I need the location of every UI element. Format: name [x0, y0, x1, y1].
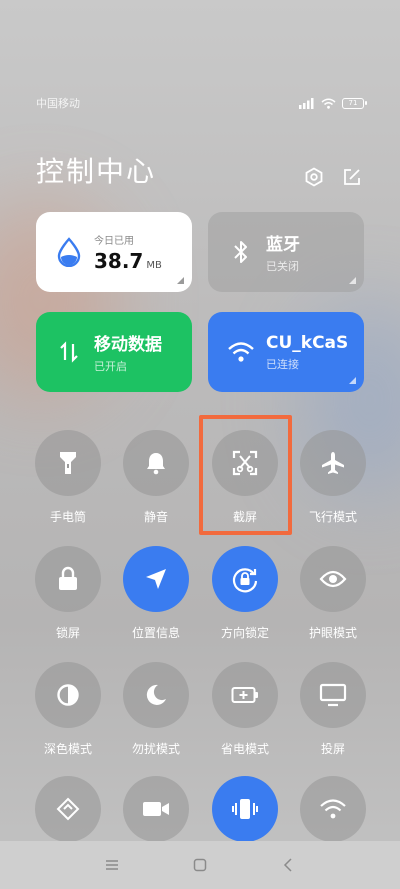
do-not-disturb-toggle[interactable] [123, 662, 189, 728]
location-toggle[interactable] [123, 546, 189, 612]
home-button[interactable] [191, 856, 209, 874]
tile-label: 静音 [143, 510, 168, 524]
tile-label: 省电模式 [220, 742, 269, 756]
vibrate-icon [232, 799, 258, 819]
tile-label: 飞行模式 [308, 510, 357, 524]
lock-icon [59, 566, 77, 590]
mobile-data-status: 已开启 [94, 360, 127, 373]
status-icons: 71 [299, 97, 367, 109]
carrier-name: 中国移动 [36, 97, 80, 110]
wifi-status: 已连接 [266, 357, 299, 371]
tile-battery-saver[interactable]: 省电模式 [205, 662, 285, 757]
wifi-status-icon [321, 98, 336, 109]
signal-icon [299, 97, 314, 109]
data-usage-value: 38.7 MB [94, 249, 162, 273]
data-usage-number: 38.7 [94, 248, 144, 273]
link-icon [56, 797, 80, 821]
tile-mute[interactable]: 静音 [116, 430, 196, 525]
link-toggle[interactable] [35, 776, 101, 842]
data-usage-text: 今日已用 38.7 MB [94, 232, 162, 273]
wifi-title: CU_kCaS [266, 332, 349, 353]
eye-care-toggle[interactable] [300, 546, 366, 612]
expand-corner-icon [349, 377, 356, 384]
edit-icon [344, 169, 360, 185]
tile-dark-mode[interactable]: 深色模式 [28, 662, 108, 757]
video-toggle[interactable] [123, 776, 189, 842]
rotation-lock-toggle[interactable] [212, 546, 278, 612]
screenshot-highlight-box [199, 415, 292, 535]
cast-icon [319, 683, 347, 707]
video-icon [143, 802, 169, 816]
wifi-card[interactable]: CU_kCaS 已连接 [208, 312, 364, 392]
data-usage-label: 今日已用 [94, 235, 134, 247]
expand-corner-icon [177, 277, 184, 284]
tile-rotation-lock[interactable]: 方向锁定 [205, 546, 285, 641]
tile-location[interactable]: 位置信息 [116, 546, 196, 641]
tile-label: 护眼模式 [308, 626, 357, 640]
settings-icon [305, 167, 323, 187]
bell-icon [147, 453, 165, 475]
tile-flashlight[interactable]: 手电筒 [28, 430, 108, 525]
tile-label: 锁屏 [55, 626, 80, 640]
battery-saver-icon [231, 687, 258, 703]
bluetooth-status: 已关闭 [266, 260, 299, 273]
bluetooth-icon [226, 237, 256, 267]
data-usage-unit: MB [146, 259, 162, 271]
data-usage-card[interactable]: 今日已用 38.7 MB [36, 212, 192, 292]
battery-saver-toggle[interactable] [212, 662, 278, 728]
expand-corner-icon [349, 277, 356, 284]
tile-label: 方向锁定 [220, 626, 269, 640]
tile-label: 投屏 [320, 742, 345, 756]
tile-eye-care[interactable]: 护眼模式 [293, 546, 373, 641]
page-title: 控制中心 [36, 155, 157, 188]
vibrate-toggle[interactable] [212, 776, 278, 842]
lock-screen-toggle[interactable] [35, 546, 101, 612]
tile-cast[interactable]: 投屏 [293, 662, 373, 757]
menu-button[interactable] [103, 856, 121, 874]
bluetooth-title: 蓝牙 [266, 235, 300, 255]
tile-label: 勿扰模式 [131, 742, 180, 756]
mute-toggle[interactable] [123, 430, 189, 496]
flashlight-toggle[interactable] [35, 430, 101, 496]
battery-level: 71 [348, 98, 358, 107]
rotation-lock-icon [232, 568, 258, 593]
menu-icon [106, 860, 118, 870]
back-icon [283, 858, 292, 872]
settings-button[interactable] [303, 166, 325, 188]
location-icon [146, 569, 166, 589]
dark-mode-icon [57, 684, 79, 706]
tile-do-not-disturb[interactable]: 勿扰模式 [116, 662, 196, 757]
tile-airplane[interactable]: 飞行模式 [293, 430, 373, 525]
status-bar: 中国移动 71 [36, 94, 367, 112]
tile-lock-screen[interactable]: 锁屏 [28, 546, 108, 641]
home-icon [193, 858, 207, 872]
battery-icon: 71 [342, 97, 367, 109]
tile-label: 手电筒 [49, 510, 86, 524]
moon-icon [146, 684, 166, 705]
eye-icon [319, 570, 347, 588]
edit-button[interactable] [341, 166, 363, 188]
wifi-share-icon [320, 799, 346, 819]
tile-label: 位置信息 [131, 626, 180, 640]
cast-toggle[interactable] [300, 662, 366, 728]
wifi-icon [226, 337, 256, 367]
airplane-icon [322, 452, 344, 474]
airplane-toggle[interactable] [300, 430, 366, 496]
navigation-bar [0, 841, 400, 889]
water-drop-icon [54, 237, 84, 267]
wifi-share-toggle[interactable] [300, 776, 366, 842]
mobile-data-title: 移动数据 [94, 335, 162, 355]
mobile-data-card[interactable]: 移动数据 已开启 [36, 312, 192, 392]
dark-mode-toggle[interactable] [35, 662, 101, 728]
flashlight-icon [60, 452, 76, 474]
back-button[interactable] [279, 856, 297, 874]
bluetooth-card[interactable]: 蓝牙 已关闭 [208, 212, 364, 292]
mobile-data-icon [54, 337, 84, 367]
tile-label: 深色模式 [43, 742, 92, 756]
